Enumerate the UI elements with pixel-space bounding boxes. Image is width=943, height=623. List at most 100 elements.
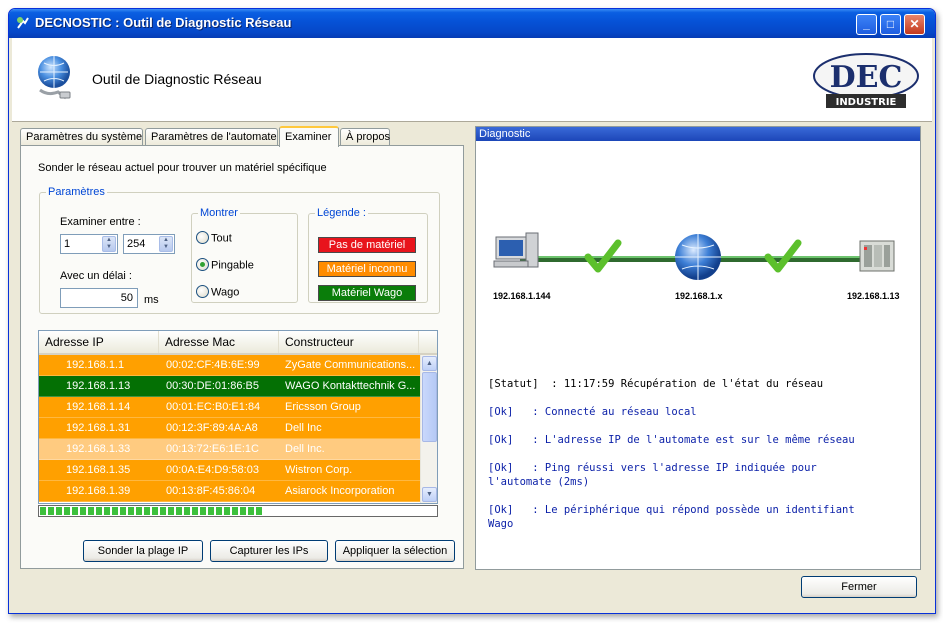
scan-range-button[interactable]: Sonder la plage IP [83, 540, 203, 562]
legend-title: Légende : [317, 207, 366, 219]
diagnostic-title: Diagnostic [476, 127, 920, 141]
network-diagram [493, 232, 895, 280]
spin-arrows-icon[interactable]: ▲ ▼ [102, 236, 116, 252]
radio-all-icon [196, 231, 209, 244]
tab-examiner[interactable]: Examiner [279, 126, 339, 147]
tab-system-settings[interactable]: Paramètres du système [20, 128, 143, 146]
log-tag: [Ok] [488, 462, 514, 474]
cell-vendor: Ericsson Group [285, 401, 361, 413]
plc-icon [859, 240, 895, 272]
column-ip[interactable]: Adresse IP [39, 331, 159, 353]
list-scrollbar[interactable]: ▲ ▼ [420, 355, 437, 503]
log-text-continued: l'automate (2ms) [488, 476, 590, 488]
log-line-ok: [Ok] : Connecté au réseau local [488, 405, 697, 419]
cell-vendor: Asiarock Incorporation [285, 485, 395, 497]
log-text: : Le périphérique qui répond possède un … [513, 504, 855, 516]
cell-mac: 00:30:DE:01:86:B5 [166, 380, 259, 392]
column-vendor[interactable]: Constructeur [279, 331, 419, 353]
scroll-thumb[interactable] [422, 372, 437, 442]
list-header: Adresse IP Adresse Mac Constructeur [39, 331, 437, 355]
range-label: Examiner entre : [60, 216, 141, 228]
table-row[interactable]: 192.168.1.35 00:0A:E4:D9:58:03 Wistron Cor… [39, 460, 421, 481]
network-globe-icon [38, 56, 71, 100]
log-text: : Ping réussi vers l'adresse IP indiquée… [513, 462, 817, 474]
header-title: Outil de Diagnostic Réseau [92, 71, 262, 87]
apply-selection-button[interactable]: Appliquer la sélection [335, 540, 455, 562]
range-end-value: 254 [127, 238, 146, 250]
delay-input[interactable]: 50 [60, 288, 138, 308]
radio-all-label: Tout [211, 232, 232, 245]
title-bar[interactable]: DECNOSTIC : Outil de Diagnostic Réseau _… [9, 9, 935, 38]
cell-vendor: Dell Inc. [285, 443, 325, 455]
table-row[interactable]: 192.168.1.1 00:02:CF:4B:6E:99 ZyGate Commu… [39, 355, 421, 376]
delay-unit: ms [144, 294, 159, 306]
cell-mac: 00:13:8F:45:86:04 [166, 485, 256, 497]
app-header: Outil de Diagnostic Réseau DEC INDUSTRIE [12, 38, 932, 122]
range-end-input[interactable]: 254 ▲ ▼ [123, 234, 175, 254]
tab-about[interactable]: À propos [340, 128, 390, 146]
scroll-up-icon[interactable]: ▲ [422, 356, 437, 371]
log-tag: [Statut] [488, 378, 539, 390]
legend-unknown-device: Matériel inconnu [318, 261, 416, 277]
cell-ip: 192.168.1.35 [66, 464, 131, 476]
capture-ips-button[interactable]: Capturer les IPs [210, 540, 328, 562]
computer-icon [493, 232, 539, 268]
cell-mac: 00:13:72:E6:1E:1C [166, 443, 259, 455]
table-row[interactable]: 192.168.1.39 00:13:8F:45:86:04 Asiarock In… [39, 481, 421, 502]
ip-local: 192.168.1.144 [493, 291, 551, 301]
range-start-input[interactable]: 1 ▲ ▼ [60, 234, 118, 254]
log-tag: [Ok] [488, 406, 514, 418]
scan-progress [38, 505, 438, 517]
scroll-down-icon[interactable]: ▼ [422, 487, 437, 502]
cell-vendor: ZyGate Communications... [285, 359, 416, 371]
cell-ip: 192.168.1.39 [66, 485, 131, 497]
log-line-ok: [Ok] : Ping réussi vers l'adresse IP ind… [488, 461, 817, 489]
app-icon [17, 17, 29, 29]
ip-plc: 192.168.1.13 [847, 291, 900, 301]
dec-industrie-logo: DEC INDUSTRIE [813, 53, 919, 108]
spin-arrows-icon[interactable]: ▲ ▼ [159, 236, 173, 252]
cell-ip: 192.168.1.14 [66, 401, 131, 413]
close-window-button[interactable]: ✕ [904, 14, 925, 35]
table-row[interactable]: 192.168.1.14 00:01:EC:B0:E1:84 Ericsson Gr… [39, 397, 421, 418]
cell-ip: 192.168.1.13 [66, 380, 131, 392]
range-start-value: 1 [64, 238, 71, 250]
close-icon: ✕ [909, 17, 920, 31]
radio-wago-icon [196, 285, 209, 298]
log-tag: [Ok] [488, 504, 514, 516]
radio-wago-label: Wago [211, 286, 240, 299]
log-text: : 11:17:59 Récupération de l'état du rés… [538, 378, 824, 390]
cell-mac: 00:02:CF:4B:6E:99 [166, 359, 260, 371]
device-list[interactable]: Adresse IP Adresse Mac Constructeur 192.… [38, 330, 438, 504]
diagnostic-panel: Diagnostic 192.168.1.144 192.168.1.x 192… [475, 126, 921, 570]
maximize-icon: □ [886, 17, 895, 31]
tab-plc-settings[interactable]: Paramètres de l'automate [145, 128, 278, 146]
column-mac[interactable]: Adresse Mac [159, 331, 279, 353]
examiner-panel: Sonder le réseau actuel pour trouver un … [20, 145, 464, 569]
minimize-icon: _ [863, 17, 870, 31]
close-button[interactable]: Fermer [801, 576, 917, 598]
radio-wago[interactable]: Wago [196, 285, 240, 299]
table-row[interactable]: 192.168.1.31 00:12:3F:89:4A:A8 Dell Inc [39, 418, 421, 439]
scan-progress-fill [40, 507, 262, 515]
cell-vendor: Dell Inc [285, 422, 322, 434]
maximize-button[interactable]: □ [880, 14, 901, 35]
delay-label: Avec un délai : [60, 270, 132, 282]
cell-ip: 192.168.1.1 [66, 359, 125, 371]
params-legend: Paramètres [48, 186, 105, 198]
cell-mac: 00:0A:E4:D9:58:03 [166, 464, 259, 476]
logo-text: DEC [830, 60, 903, 95]
logo-subtext: INDUSTRIE [836, 97, 897, 108]
legend-wago-device: Matériel Wago [318, 285, 416, 301]
log-line-status: [Statut] : 11:17:59 Récupération de l'ét… [488, 377, 823, 391]
ip-network: 192.168.1.x [675, 291, 723, 301]
radio-all[interactable]: Tout [196, 231, 232, 245]
radio-pingable-label: Pingable [211, 259, 254, 272]
window-title: DECNOSTIC : Outil de Diagnostic Réseau [35, 15, 292, 30]
log-text: : L'adresse IP de l'automate est sur le … [513, 434, 855, 446]
device-rows: 192.168.1.1 00:02:CF:4B:6E:99 ZyGate Commu… [39, 355, 421, 502]
table-row[interactable]: 192.168.1.13 00:30:DE:01:86:B5 WAGO Kontak… [39, 376, 421, 397]
radio-pingable[interactable]: Pingable [196, 258, 254, 272]
minimize-button[interactable]: _ [856, 14, 877, 35]
table-row[interactable]: 192.168.1.33 00:13:72:E6:1E:1C Dell Inc. [39, 439, 421, 460]
